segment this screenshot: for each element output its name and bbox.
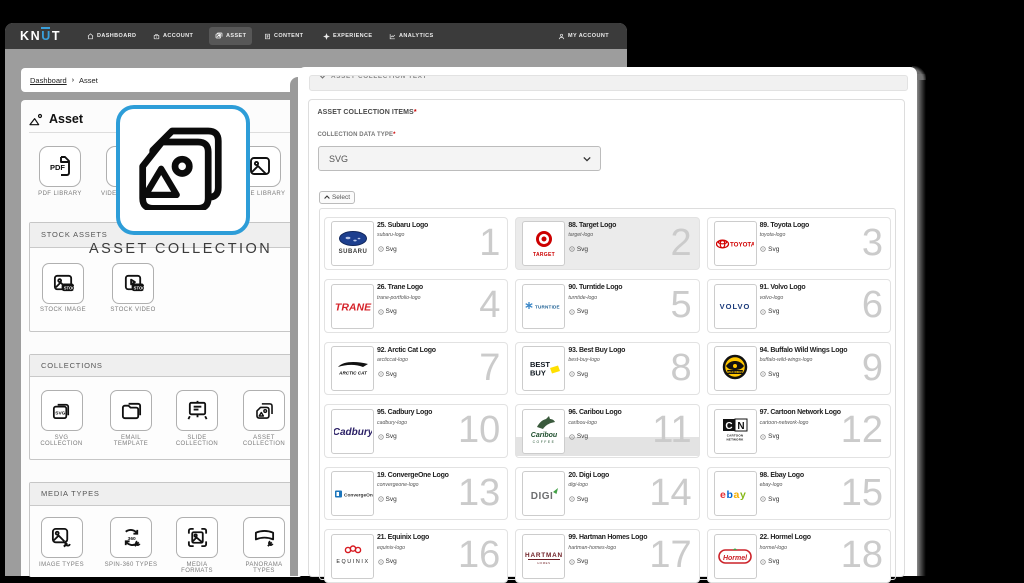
svg-text:a: a xyxy=(734,489,740,501)
svg-text:Cadbury: Cadbury xyxy=(334,427,372,438)
svg-text:VOLVO: VOLVO xyxy=(720,302,751,311)
svg-text:STOCK: STOCK xyxy=(133,285,144,290)
svg-text:C: C xyxy=(726,421,733,432)
svg-text:HARTMAN: HARTMAN xyxy=(525,552,563,559)
svg-text:SUBARU: SUBARU xyxy=(338,249,367,255)
svg-text:ConvergeOne: ConvergeOne xyxy=(344,492,373,498)
svg-text:EQUINIX: EQUINIX xyxy=(336,559,369,565)
svg-text:SVG: SVG xyxy=(55,410,65,416)
svg-text:ARCTIC CAT: ARCTIC CAT xyxy=(338,370,368,375)
svg-text:TARGET: TARGET xyxy=(533,252,555,258)
svg-text:y: y xyxy=(740,489,746,501)
svg-text:Caribou: Caribou xyxy=(531,432,558,439)
svg-text:TOYOTA: TOYOTA xyxy=(730,241,754,248)
svg-text:COFFEE: COFFEE xyxy=(532,440,555,444)
svg-text:STOCK: STOCK xyxy=(63,285,74,290)
svg-text:PDF: PDF xyxy=(50,163,65,172)
svg-text:360: 360 xyxy=(127,535,135,541)
svg-text:HOMES: HOMES xyxy=(537,561,550,565)
svg-text:TURNTIDE: TURNTIDE xyxy=(535,304,560,309)
svg-text:Hormel: Hormel xyxy=(723,555,748,562)
svg-text:b: b xyxy=(727,489,733,501)
svg-text:WILD WINGS: WILD WINGS xyxy=(727,370,743,374)
svg-text:BUY: BUY xyxy=(530,368,546,377)
svg-text:NETWORK: NETWORK xyxy=(727,438,745,442)
svg-text:e: e xyxy=(720,489,726,501)
svg-text:DIGI: DIGI xyxy=(531,491,554,502)
svg-text:TRANE: TRANE xyxy=(334,302,371,314)
svg-text:N: N xyxy=(738,421,745,432)
